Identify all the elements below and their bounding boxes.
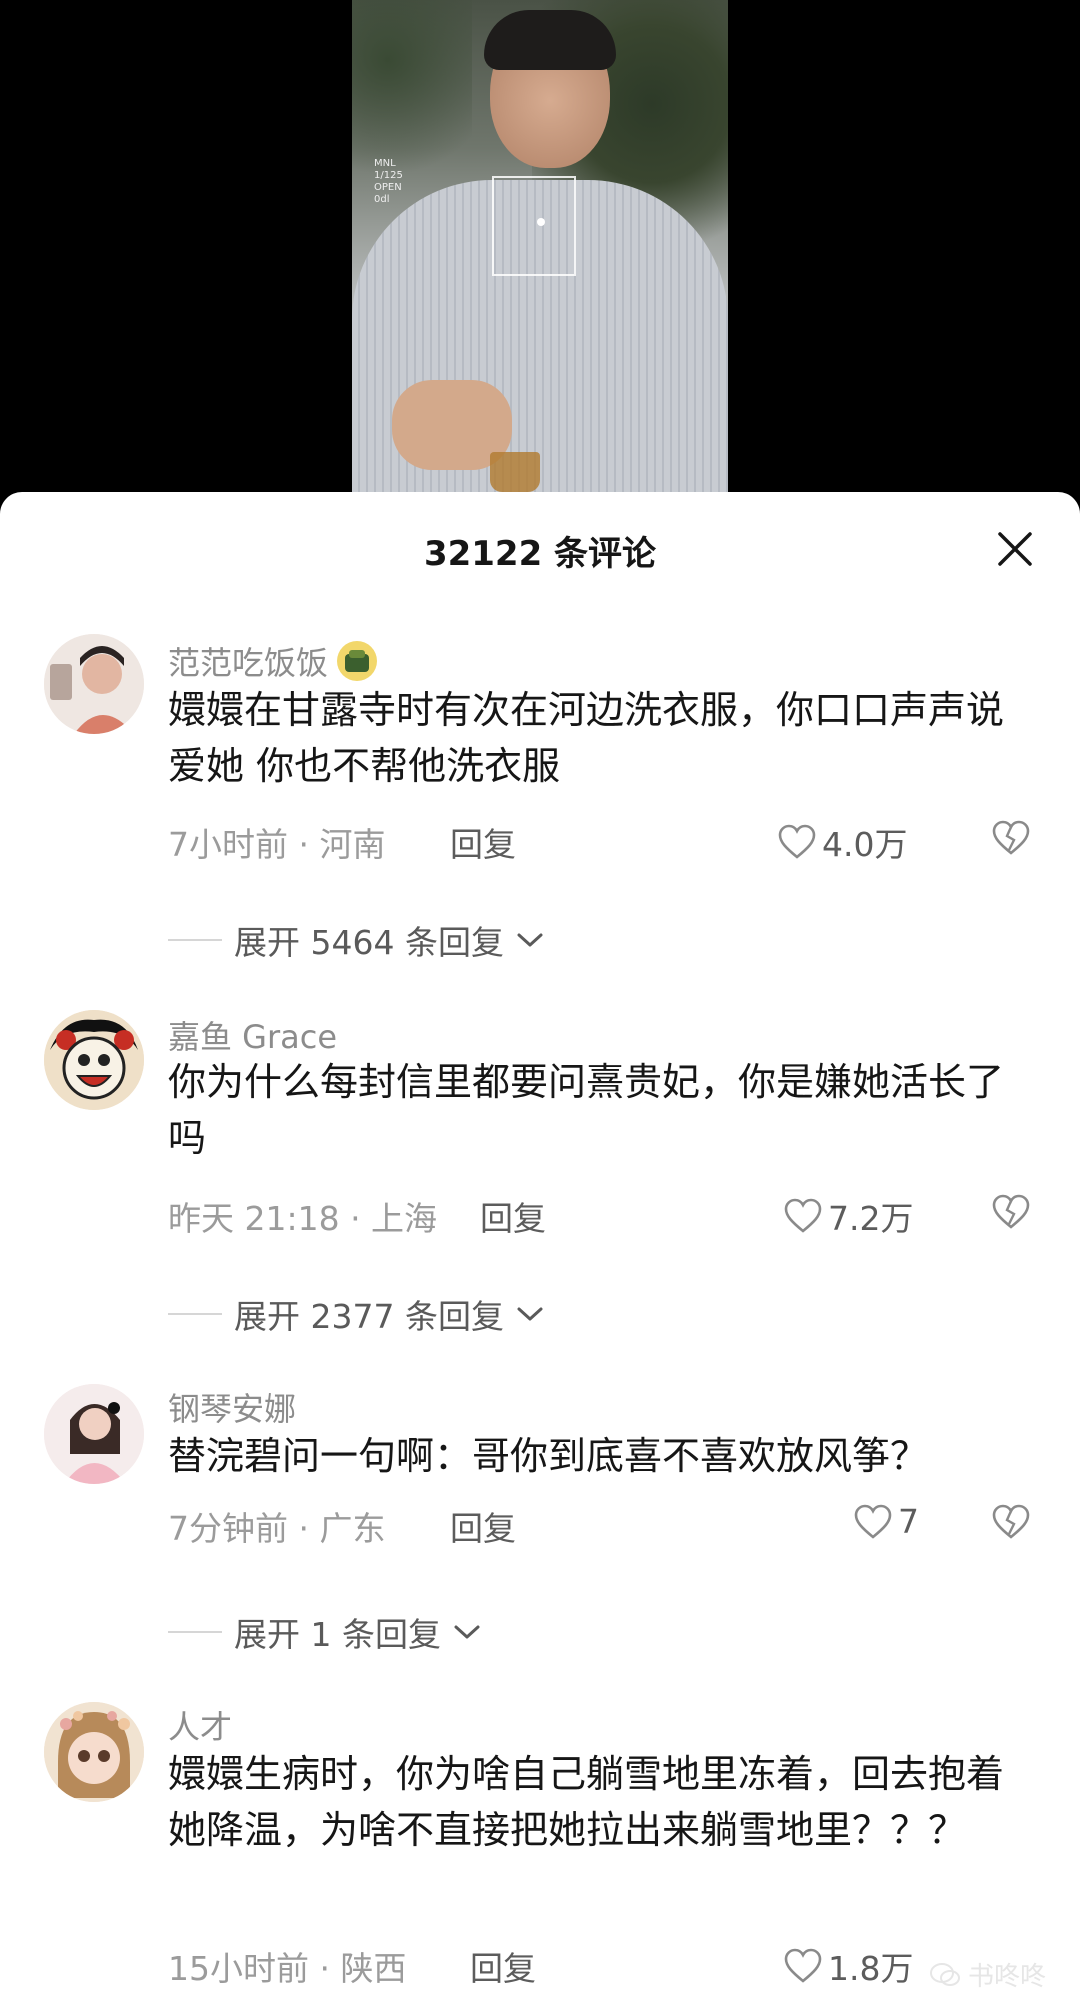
like-button[interactable]: 7 xyxy=(854,1502,919,1541)
comment-author[interactable]: 人才 xyxy=(168,1702,232,1748)
fan-badge-icon xyxy=(337,641,378,681)
foliage-background-left xyxy=(352,0,472,200)
hud-line: 1/125 xyxy=(374,170,403,181)
dislike-heart-icon[interactable] xyxy=(992,1194,1030,1230)
comment-text: 嬛嬛在甘露寺时有次在河边洗衣服，你口口声声说爱她 你也不帮他洗衣服 xyxy=(168,688,1005,788)
like-button[interactable]: 4.0万 xyxy=(778,818,907,866)
hud-line: MNL xyxy=(374,158,396,169)
avatar[interactable] xyxy=(44,634,144,734)
chevron-down-icon xyxy=(517,1307,543,1321)
expand-replies[interactable]: 展开 5464 条回复 xyxy=(168,916,544,964)
avatar-image xyxy=(44,1702,144,1802)
expand-label: 展开 2377 条回复 xyxy=(234,1297,504,1336)
dislike-heart-icon[interactable] xyxy=(992,1504,1030,1540)
heart-icon xyxy=(784,1198,822,1233)
comment-time-location: 7小时前 · 河南 xyxy=(168,825,386,864)
video-player[interactable]: MNL 1/125 OPEN 0dl xyxy=(0,0,1080,500)
camera-focus-box xyxy=(492,176,576,276)
expand-replies[interactable]: 展开 2377 条回复 xyxy=(168,1290,544,1338)
hud-line: 0dl xyxy=(374,194,390,205)
comment-author[interactable]: 嘉鱼 Grace xyxy=(168,1012,337,1058)
person-hair xyxy=(484,10,616,70)
expand-replies[interactable]: 展开 1 条回复 xyxy=(168,1608,481,1656)
like-count: 4.0万 xyxy=(822,825,908,864)
expand-label: 展开 1 条回复 xyxy=(234,1615,441,1654)
avatar[interactable] xyxy=(44,1702,144,1802)
author-name: 范范吃饭饭 xyxy=(168,644,329,682)
comment-text: 你为什么每封信里都要问熹贵妃，你是嫌她活长了吗 xyxy=(168,1060,1005,1160)
divider-dash xyxy=(168,1631,222,1633)
watermark: 书咚咚 xyxy=(929,1956,1046,1993)
comment-author[interactable]: 钢琴安娜 xyxy=(168,1384,296,1430)
close-icon[interactable] xyxy=(994,528,1036,570)
comment-time-location: 7分钟前 · 广东 xyxy=(168,1509,386,1548)
camera-focus-dot xyxy=(537,218,545,226)
like-button[interactable]: 1.8万 xyxy=(784,1942,913,1990)
avatar-image xyxy=(44,1384,144,1484)
comment-text: 替浣碧问一句啊：哥你到底喜不喜欢放风筝？ xyxy=(168,1434,929,1478)
chevron-down-icon xyxy=(454,1625,480,1639)
comment-time-location: 15小时前 · 陕西 xyxy=(168,1949,407,1988)
expand-label: 展开 5464 条回复 xyxy=(234,923,504,962)
video-frame[interactable]: MNL 1/125 OPEN 0dl xyxy=(352,0,728,492)
avatar[interactable] xyxy=(44,1384,144,1484)
heart-icon xyxy=(778,824,816,859)
wechat-icon xyxy=(929,1962,960,1986)
like-count: 1.8万 xyxy=(828,1949,914,1988)
avatar[interactable] xyxy=(44,1010,144,1110)
reply-button[interactable]: 回复 xyxy=(480,1192,546,1240)
reply-button[interactable]: 回复 xyxy=(470,1942,536,1990)
avatar-image xyxy=(44,1010,144,1110)
hud-line: OPEN xyxy=(374,182,402,193)
dislike-heart-icon[interactable] xyxy=(992,820,1030,856)
like-count: 7 xyxy=(898,1502,919,1541)
comments-sheet: 32122 条评论 范范吃饭饭 嬛嬛在甘露寺时有次在河边洗衣服，你口口声声说爱她… xyxy=(0,492,1080,1997)
comment-time-location: 昨天 21:18 · 上海 xyxy=(168,1199,438,1238)
divider-dash xyxy=(168,1313,222,1315)
divider-dash xyxy=(168,939,222,941)
reply-button[interactable]: 回复 xyxy=(450,1502,516,1550)
comment-author[interactable]: 范范吃饭饭 xyxy=(168,638,378,684)
tea-glass xyxy=(490,452,540,492)
camera-hud: MNL 1/125 OPEN 0dl xyxy=(374,158,403,206)
chevron-down-icon xyxy=(517,933,543,947)
comments-count-title: 32122 条评论 xyxy=(423,534,657,574)
like-count: 7.2万 xyxy=(828,1199,914,1238)
watermark-text: 书咚咚 xyxy=(967,1962,1046,1992)
reply-button[interactable]: 回复 xyxy=(450,818,516,866)
avatar-image xyxy=(44,634,144,734)
heart-icon xyxy=(854,1504,892,1539)
comment-text: 嬛嬛生病时，你为啥自己躺雪地里冻着，回去抱着她降温，为啥不直接把她拉出来躺雪地里… xyxy=(168,1752,1005,1852)
like-button[interactable]: 7.2万 xyxy=(784,1192,913,1240)
heart-icon xyxy=(784,1948,822,1983)
comments-header: 32122 条评论 xyxy=(0,492,1080,602)
